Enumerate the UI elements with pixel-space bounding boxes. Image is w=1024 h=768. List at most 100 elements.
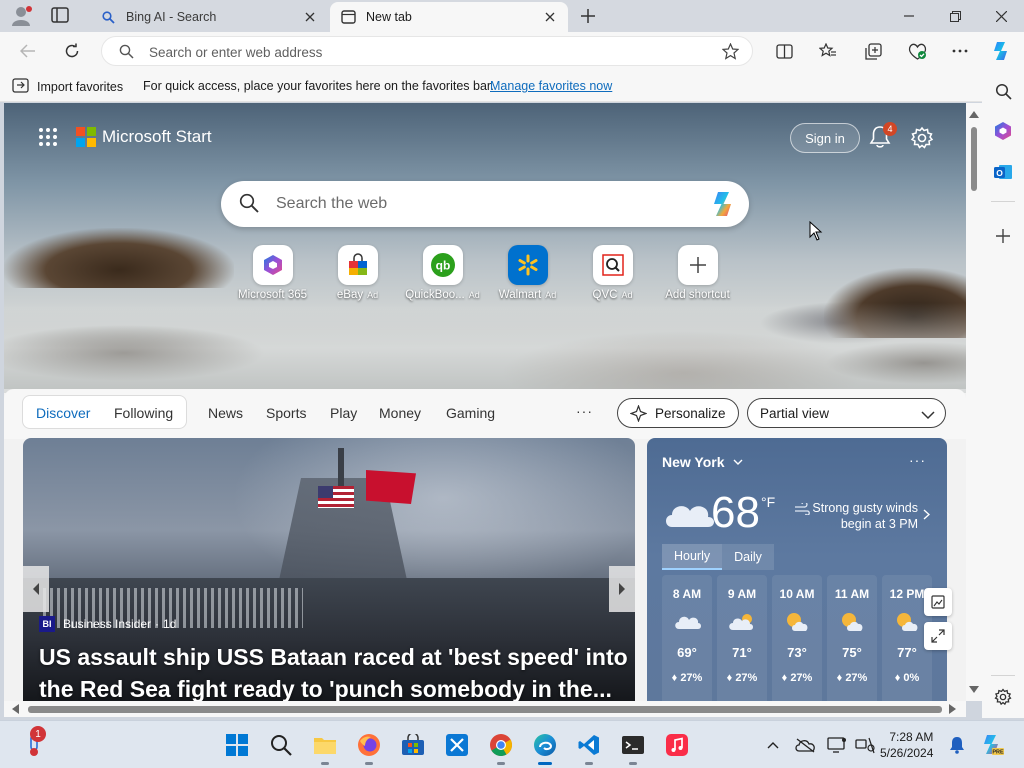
nav-news[interactable]: News — [208, 405, 243, 421]
vscode-icon[interactable] — [575, 731, 603, 765]
weather-alert[interactable]: Strong gusty winds begin at 3 PM — [794, 500, 918, 532]
apple-music-icon[interactable] — [663, 731, 691, 759]
microsoft-store-icon[interactable] — [399, 731, 427, 759]
nav-more-button[interactable]: ··· — [576, 403, 593, 419]
microsoft-365-icon[interactable] — [991, 119, 1015, 143]
sign-in-button[interactable]: Sign in — [790, 123, 860, 153]
vertical-scrollbar[interactable] — [966, 103, 982, 701]
microsoft-start-logo[interactable]: Microsoft Start — [76, 127, 212, 147]
shortcut-walmart[interactable]: Walmart Ad — [485, 245, 570, 301]
weather-more-button[interactable]: ··· — [909, 452, 926, 468]
feedback-image-icon[interactable] — [924, 588, 952, 616]
web-search-box[interactable]: Search the web — [221, 181, 749, 227]
add-sidebar-app-icon[interactable] — [991, 224, 1015, 248]
taskbar-search-icon[interactable] — [267, 731, 295, 759]
app-launcher-icon[interactable] — [38, 127, 58, 147]
favorites-icon[interactable] — [816, 40, 840, 62]
shortcut-quickbooks[interactable]: qb QuickBoo... Ad — [400, 245, 485, 301]
shortcut-label: QVC — [592, 289, 618, 301]
favorite-star-icon[interactable] — [721, 42, 740, 63]
collections-icon[interactable] — [861, 40, 885, 62]
chrome-icon[interactable] — [487, 731, 515, 765]
story-age: 1d — [163, 617, 177, 631]
import-favorites-button[interactable]: Import favorites — [12, 78, 123, 96]
expand-icon[interactable] — [924, 622, 952, 650]
refresh-button[interactable] — [60, 40, 84, 62]
add-shortcut-button[interactable]: Add shortcut — [655, 245, 740, 301]
snipping-tool-icon[interactable] — [443, 731, 471, 759]
tab-actions-icon[interactable] — [50, 6, 72, 26]
shortcut-microsoft-365[interactable]: Microsoft 365 — [230, 245, 315, 301]
profile-icon[interactable] — [10, 5, 34, 27]
hour-precip: ♦ 27% — [781, 672, 813, 684]
clock-time: 7:28 AM — [889, 730, 934, 744]
weather-card[interactable]: New York ··· 68 °F Strong gusty winds be… — [647, 438, 947, 701]
browser-essentials-icon[interactable] — [905, 40, 929, 62]
tab-new-tab[interactable]: New tab — [330, 2, 568, 32]
split-screen-icon[interactable] — [772, 40, 796, 62]
windows-start-icon[interactable] — [223, 731, 251, 759]
copilot-pre-icon[interactable]: PRE — [978, 731, 1006, 759]
copilot-icon[interactable] — [709, 191, 739, 217]
file-explorer-icon[interactable] — [311, 731, 339, 765]
copilot-icon[interactable] — [990, 40, 1014, 62]
minimize-button[interactable] — [886, 0, 932, 32]
tab-discover[interactable]: Discover — [36, 405, 90, 421]
network-status-icon[interactable] — [851, 731, 879, 759]
shortcut-label: eBay — [336, 289, 364, 301]
edge-browser-icon[interactable] — [531, 731, 559, 765]
cloudy-icon — [662, 493, 716, 533]
personalize-button[interactable]: Personalize — [617, 398, 739, 428]
notifications-bell-icon[interactable]: 4 — [869, 122, 897, 151]
shortcut-ebay[interactable]: eBay Ad — [315, 245, 400, 301]
firefox-icon[interactable] — [355, 731, 383, 765]
ad-label: Ad — [545, 290, 557, 300]
nav-sports[interactable]: Sports — [266, 405, 306, 421]
manage-favorites-link[interactable]: Manage favorites now — [490, 79, 612, 93]
top-story-card[interactable]: BI Business Insider · 1d US assault ship… — [23, 438, 635, 701]
tab-title: New tab — [366, 10, 412, 24]
chevron-up-icon[interactable] — [759, 731, 787, 759]
story-headline[interactable]: US assault ship USS Bataan raced at 'bes… — [39, 641, 629, 701]
carousel-prev-button[interactable] — [23, 566, 49, 612]
display-icon[interactable] — [823, 731, 851, 759]
onedrive-icon[interactable] — [791, 731, 819, 759]
sidebar-settings-gear-icon[interactable] — [991, 685, 1015, 709]
close-window-button[interactable] — [978, 0, 1024, 32]
hour-time: 11 AM — [834, 587, 870, 601]
source-logo: BI — [39, 616, 55, 632]
page-settings-gear-icon[interactable] — [910, 126, 934, 150]
tab-bing-ai-search[interactable]: Bing AI - Search — [90, 2, 328, 32]
nav-gaming[interactable]: Gaming — [446, 405, 495, 421]
system-clock[interactable]: 7:28 AM 5/26/2024 — [880, 729, 933, 761]
carousel-next-button[interactable] — [609, 566, 635, 612]
tab-daily[interactable]: Daily — [722, 544, 774, 570]
weather-location-selector[interactable]: New York — [662, 454, 743, 470]
raindrop-icon: ♦ — [781, 672, 791, 684]
horizontal-scroll-thumb[interactable] — [28, 706, 942, 713]
vertical-scroll-thumb[interactable] — [971, 127, 977, 191]
tab-following[interactable]: Following — [114, 405, 173, 421]
partly-sunny-icon — [838, 611, 866, 635]
back-button[interactable] — [16, 40, 40, 62]
nav-play[interactable]: Play — [330, 405, 357, 421]
horizontal-scrollbar[interactable] — [4, 701, 966, 717]
tab-hourly[interactable]: Hourly — [662, 544, 723, 570]
close-icon[interactable] — [302, 9, 318, 25]
terminal-icon[interactable] — [619, 731, 647, 765]
brand-name: Microsoft Start — [102, 127, 212, 146]
nav-money[interactable]: Money — [379, 405, 421, 421]
close-icon[interactable] — [542, 9, 558, 25]
address-bar[interactable]: Search or enter web address — [101, 36, 753, 66]
outlook-icon[interactable]: O — [991, 160, 1015, 184]
new-tab-button[interactable] — [577, 5, 599, 27]
more-options-icon[interactable] — [948, 40, 972, 62]
shortcut-qvc[interactable]: QVC Ad — [570, 245, 655, 301]
weather-widget-icon[interactable]: 1 — [20, 726, 48, 759]
hour-precip: ♦ 0% — [894, 672, 920, 684]
restore-button[interactable] — [932, 0, 978, 32]
shortcut-label: QuickBoo... — [405, 289, 465, 301]
page-layout-dropdown[interactable]: Partial view — [747, 398, 946, 428]
notification-bell-icon[interactable] — [943, 731, 971, 759]
search-icon[interactable] — [991, 79, 1015, 103]
